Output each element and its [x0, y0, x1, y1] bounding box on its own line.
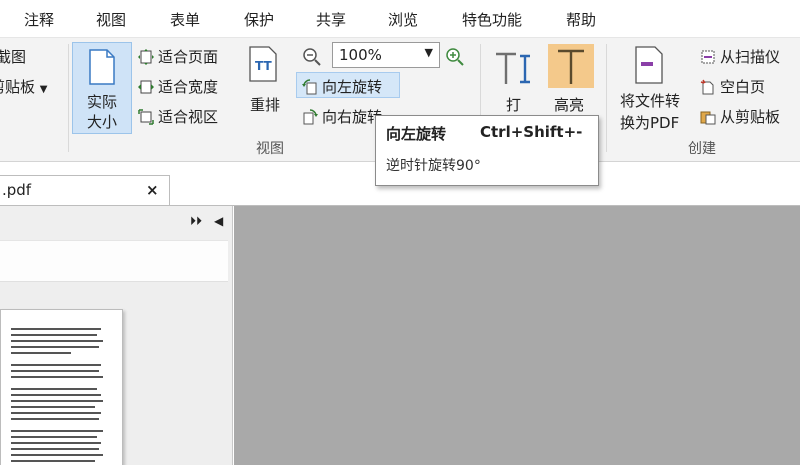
thumbnail-text-line	[11, 340, 103, 342]
from-scanner-button[interactable]: 从扫描仪	[700, 46, 780, 67]
thumbnail-text-line	[11, 346, 99, 348]
view-group-label: 视图	[256, 141, 284, 157]
from-scanner-label: 从扫描仪	[720, 48, 781, 66]
blank-page-icon	[700, 79, 714, 95]
thumbnail-text-line	[11, 376, 103, 378]
close-icon[interactable]: ×	[146, 181, 159, 199]
reflow-button[interactable]: TT 重排	[246, 46, 286, 126]
thumbnail-text-line	[11, 394, 101, 396]
screenshot-button[interactable]: 截图	[0, 46, 26, 67]
fit-view-icon	[138, 109, 154, 125]
svg-text:TT: TT	[255, 59, 272, 73]
thumbnail-text-line	[11, 370, 99, 372]
tooltip-title: 向左旋转	[386, 125, 447, 143]
fit-page-button[interactable]: 适合页面	[138, 46, 218, 67]
thumbnail-text-line	[11, 352, 71, 354]
fit-page-icon	[138, 49, 154, 65]
actual-size-label-2: 大小	[86, 113, 117, 131]
highlight-label: 高亮	[554, 96, 585, 114]
collapse-panel-icon[interactable]: ◀	[214, 214, 223, 228]
thumbnail-panel: ⏵⏵ ◀	[0, 206, 233, 465]
thumbnail-text-line	[11, 454, 103, 456]
rotate-right-button[interactable]: 向右旋转	[302, 106, 382, 127]
thumbnail-text-line	[11, 412, 101, 414]
thumbnail-text-line	[11, 406, 95, 408]
from-clipboard-label: 从剪贴板	[720, 108, 781, 126]
blank-page-button[interactable]: 空白页	[700, 76, 765, 97]
reflow-label: 重排	[250, 96, 281, 114]
actual-size-button[interactable]: 实际 大小	[72, 42, 132, 134]
rotate-left-label: 向左旋转	[322, 78, 383, 96]
from-clipboard-button[interactable]: 从剪贴板	[700, 106, 780, 127]
fit-width-icon	[138, 80, 154, 94]
scanner-icon	[701, 50, 715, 64]
convert-to-pdf-button[interactable]: 将文件转 换为PDF	[618, 46, 692, 136]
rotate-left-icon	[302, 79, 317, 95]
zoom-out-icon[interactable]	[302, 47, 322, 67]
rotate-right-label: 向右旋转	[322, 108, 383, 126]
menu-tab-protect[interactable]: 保护	[244, 9, 274, 30]
thumbnail-text-line	[11, 388, 97, 390]
blank-page-label: 空白页	[720, 78, 766, 96]
thumbnail-text-line	[11, 364, 101, 366]
create-group-label: 创建	[688, 141, 716, 157]
thumbnail-text-line	[11, 448, 99, 450]
menu-tab-form[interactable]: 表单	[170, 9, 200, 30]
document-filename: .pdf	[2, 181, 32, 199]
tooltip-description: 逆时针旋转90°	[386, 158, 481, 174]
clipboard-button[interactable]: 剪贴板 ▼	[0, 76, 48, 97]
thumbnail-text-line	[11, 442, 101, 444]
chevron-down-icon: ▼	[39, 84, 48, 95]
clipboard-icon	[700, 111, 716, 125]
fit-page-label: 适合页面	[158, 48, 219, 66]
zoom-value: 100%	[339, 46, 382, 64]
fit-width-button[interactable]: 适合宽度	[138, 76, 218, 97]
thumbnail-text-line	[11, 436, 97, 438]
rotate-right-icon	[303, 109, 318, 125]
rotate-left-button[interactable]: 向左旋转	[302, 76, 382, 97]
page-thumbnail[interactable]	[0, 309, 123, 465]
convert-file-icon	[635, 46, 663, 84]
tooltip-shortcut: Ctrl+Shift+-	[480, 123, 583, 141]
panel-toolbar	[0, 240, 228, 282]
fit-width-label: 适合宽度	[158, 78, 219, 96]
fit-view-button[interactable]: 适合视区	[138, 106, 218, 127]
divider	[68, 44, 69, 152]
thumbnail-text-line	[11, 334, 97, 336]
rotate-left-tooltip: 向左旋转 Ctrl+Shift+- 逆时针旋转90°	[375, 115, 599, 186]
menu-tab-browse[interactable]: 浏览	[388, 9, 418, 30]
menu-tab-annotate[interactable]: 注释	[24, 9, 54, 30]
typewriter-icon	[496, 52, 530, 84]
divider	[606, 44, 607, 152]
expand-panel-icon[interactable]: ⏵⏵	[190, 214, 202, 229]
fit-view-label: 适合视区	[158, 108, 219, 126]
clipboard-label: 剪贴板	[0, 78, 36, 96]
thumbnail-text-line	[11, 400, 103, 402]
highlight-icon	[558, 49, 584, 84]
thumbnail-text-line	[11, 328, 101, 330]
convert-label-2: 换为PDF	[620, 114, 680, 132]
convert-label-1: 将文件转	[620, 92, 681, 110]
menu-tab-view[interactable]: 视图	[96, 9, 126, 30]
highlight-button[interactable]: 高亮	[548, 46, 594, 126]
zoom-level-select[interactable]: 100% ▼	[332, 42, 440, 68]
menu-tab-features[interactable]: 特色功能	[462, 9, 522, 30]
menu-tab-share[interactable]: 共享	[316, 9, 346, 30]
thumbnail-text-line	[11, 460, 95, 462]
chevron-down-icon: ▼	[424, 46, 433, 59]
zoom-in-icon[interactable]	[444, 47, 466, 67]
thumbnail-text-line	[11, 418, 99, 420]
actual-size-label-1: 实际	[86, 93, 117, 111]
typewriter-label: 打	[506, 96, 522, 114]
thumbnail-text-line	[11, 430, 103, 432]
menu-tab-help[interactable]: 帮助	[566, 9, 596, 30]
reflow-icon: TT	[249, 46, 277, 82]
page-icon	[89, 49, 115, 85]
document-canvas[interactable]	[234, 206, 800, 465]
typewriter-button[interactable]: 打	[494, 46, 538, 126]
menu-bar: 注释 视图 表单 保护 共享 浏览 特色功能 帮助	[0, 0, 800, 38]
document-tab[interactable]: .pdf ×	[0, 175, 170, 206]
panel-header: ⏵⏵ ◀	[0, 206, 232, 240]
